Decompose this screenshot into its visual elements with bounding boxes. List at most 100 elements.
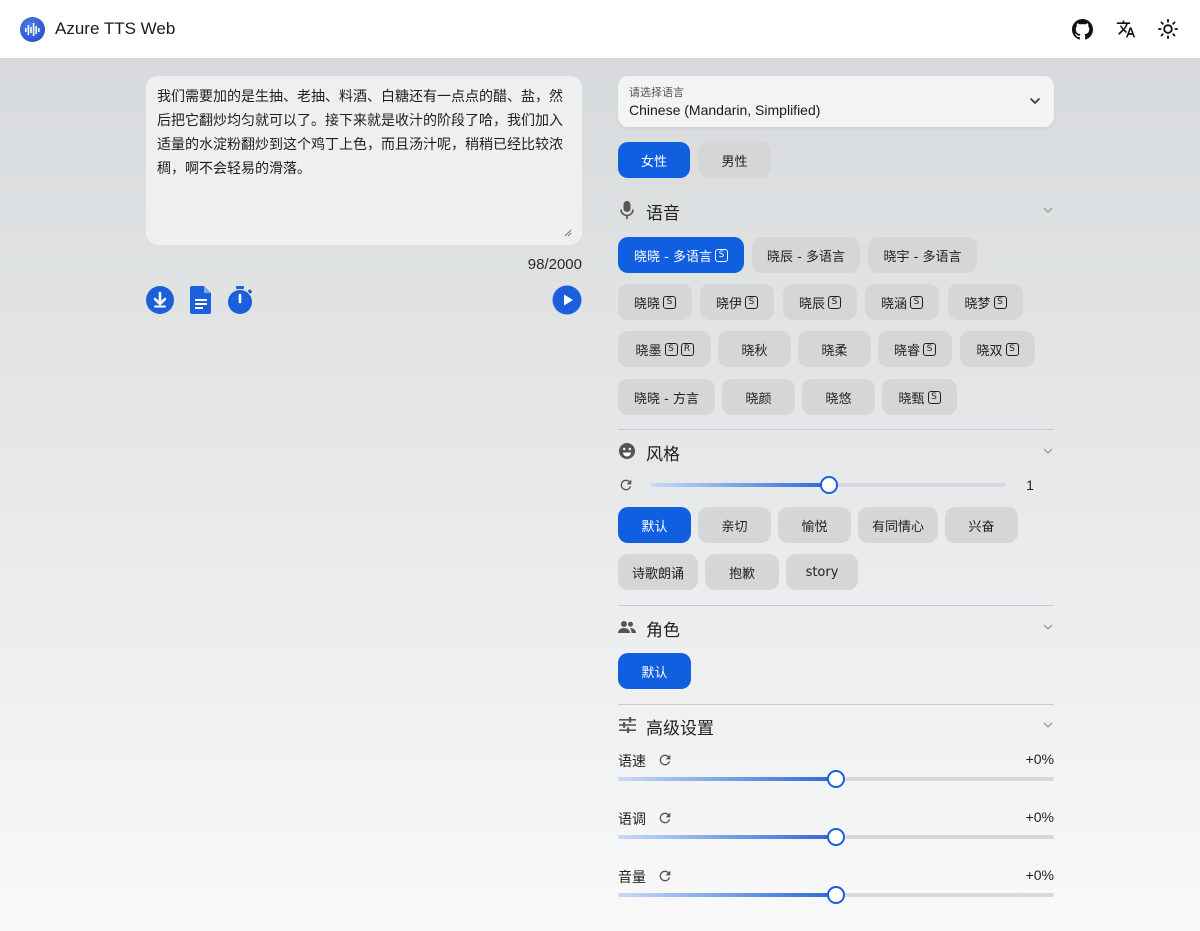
voice-button-label: 晓睿 (893, 343, 920, 359)
role-button[interactable]: 默认 (618, 653, 691, 689)
smiley-icon (618, 442, 636, 460)
voice-button-label: 晓柔 (821, 343, 848, 359)
voice-button-label: 晓秋 (741, 343, 768, 359)
voice-button[interactable]: 晓晓 - 多语言 S (618, 237, 744, 273)
rate-slider-thumb[interactable] (827, 770, 845, 788)
chevron-down-icon (1043, 624, 1053, 630)
voice-badge: S (828, 295, 841, 309)
advanced-section-title: 高级设置 (646, 719, 714, 739)
volume-reset-icon[interactable] (657, 868, 673, 884)
chevron-down-icon (1030, 98, 1040, 105)
voice-button[interactable]: 晓伊 S (700, 284, 774, 320)
document-button[interactable] (186, 285, 216, 315)
app-logo-icon (20, 17, 45, 42)
role-section-header[interactable]: 角色 (618, 613, 1054, 641)
rate-reset-icon[interactable] (657, 752, 673, 768)
voice-button[interactable]: 晓辰 S (783, 284, 857, 320)
voice-button[interactable]: 晓墨 S R (618, 331, 711, 367)
pitch-reset-icon[interactable] (657, 810, 673, 826)
voice-button-label: 晓宇 - 多语言 (883, 249, 962, 265)
pitch-slider[interactable] (618, 828, 1054, 846)
style-button[interactable]: story (786, 554, 858, 590)
voice-button[interactable]: 晓涵 S (865, 284, 939, 320)
sliders-icon (618, 716, 636, 734)
role-button-label: 默认 (641, 665, 668, 681)
chevron-down-icon (1043, 448, 1053, 454)
sun-icon[interactable] (1156, 17, 1180, 41)
voice-button[interactable]: 晓双 S (960, 331, 1035, 367)
rate-value: +0% (1025, 751, 1054, 767)
voice-button-label: 晓辰 - 多语言 (767, 249, 845, 265)
advanced-section-header[interactable]: 高级设置 (618, 711, 1054, 739)
pitch-value: +0% (1025, 809, 1054, 825)
language-select-value: Chinese (Mandarin, Simplified) (629, 102, 821, 118)
voice-badge: S (993, 295, 1007, 309)
char-count: 98/2000 (527, 256, 582, 273)
voice-button[interactable]: 晓辰 - 多语言 (752, 237, 860, 273)
translate-icon[interactable] (1114, 17, 1138, 41)
voice-button[interactable]: 晓晓 S (618, 284, 692, 320)
style-button-label: 有同情心 (871, 519, 924, 535)
download-icon (146, 286, 174, 314)
voice-button[interactable]: 晓晓 - 方言 (618, 379, 715, 415)
chevron-down-icon (1043, 722, 1053, 728)
style-intensity-reset-icon[interactable] (618, 477, 634, 493)
pitch-slider-thumb[interactable] (827, 828, 845, 846)
play-button[interactable] (552, 285, 582, 315)
style-section-header[interactable]: 风格 (618, 437, 1054, 465)
voice-button-label: 晓辰 (798, 296, 825, 312)
style-button[interactable]: 抱歉 (705, 554, 779, 590)
language-select[interactable]: 请选择语言 Chinese (Mandarin, Simplified) (618, 76, 1054, 127)
divider (618, 429, 1054, 430)
style-button[interactable]: 愉悦 (778, 507, 851, 543)
voice-button-label: 晓悠 (825, 391, 852, 407)
voice-button[interactable]: 晓梦 S (948, 284, 1023, 320)
voice-button[interactable]: 晓秋 (718, 331, 791, 367)
volume-slider[interactable] (618, 886, 1054, 904)
style-button[interactable]: 亲切 (698, 507, 771, 543)
rate-label: 语速 (618, 754, 646, 770)
resize-grip-icon[interactable] (564, 229, 572, 237)
download-button[interactable] (145, 285, 175, 315)
style-button-label: 诗歌朗诵 (631, 566, 684, 582)
text-input-container (146, 76, 582, 245)
voice-button[interactable]: 晓柔 (798, 331, 871, 367)
top-bar: Azure TTS Web (0, 0, 1200, 59)
style-intensity-slider[interactable] (651, 476, 1006, 494)
style-button[interactable]: 默认 (618, 507, 691, 543)
voice-button-label: 晓颜 (745, 391, 772, 407)
voice-button[interactable]: 晓睿 S (878, 331, 952, 367)
voice-button[interactable]: 晓悠 (802, 379, 875, 415)
volume-label: 音量 (618, 870, 646, 886)
voice-badge: S (714, 248, 728, 262)
voice-button[interactable]: 晓甄 S (882, 379, 957, 415)
github-icon[interactable] (1070, 17, 1094, 41)
style-button-label: story (805, 564, 839, 580)
document-icon (190, 286, 211, 314)
volume-slider-thumb[interactable] (827, 886, 845, 904)
divider (618, 704, 1054, 705)
style-button[interactable]: 有同情心 (858, 507, 938, 543)
style-section-title: 风格 (646, 445, 680, 465)
language-select-label: 请选择语言 (629, 86, 684, 99)
voice-section-title: 语音 (646, 204, 680, 224)
gender-male-button[interactable]: 男性 (698, 142, 771, 178)
voice-badge: S (910, 295, 923, 309)
gender-female-button[interactable]: 女性 (618, 142, 690, 178)
style-button[interactable]: 兴奋 (945, 507, 1018, 543)
play-icon (552, 285, 582, 315)
voice-button[interactable]: 晓宇 - 多语言 (868, 237, 977, 273)
voice-section-header[interactable]: 语音 (618, 196, 1054, 224)
app-title: Azure TTS Web (55, 19, 176, 38)
voice-button-label: 晓梦 (964, 296, 991, 312)
style-button[interactable]: 诗歌朗诵 (618, 554, 698, 590)
style-button-label: 亲切 (721, 519, 748, 535)
rate-slider[interactable] (618, 770, 1054, 788)
style-button-label: 默认 (641, 519, 668, 535)
voice-button[interactable]: 晓颜 (722, 379, 795, 415)
volume-value: +0% (1025, 867, 1054, 883)
tts-text-input[interactable] (157, 85, 571, 236)
style-intensity-thumb[interactable] (819, 476, 838, 494)
timer-button[interactable] (225, 285, 255, 315)
voice-badge: R (680, 342, 694, 356)
